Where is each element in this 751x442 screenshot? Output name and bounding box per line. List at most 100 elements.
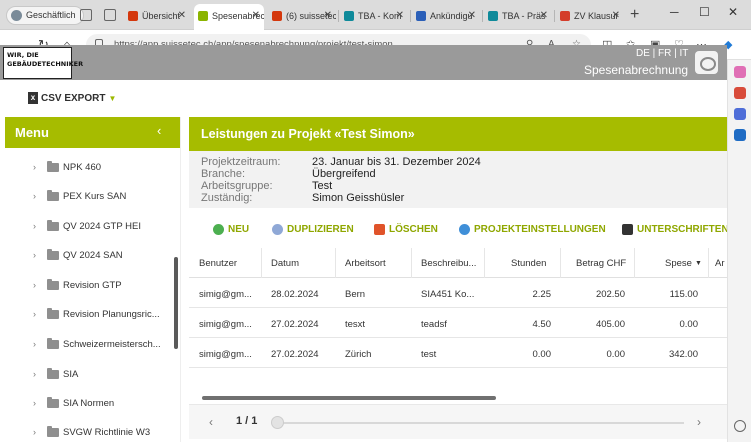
- logo[interactable]: WIR, DIE GEBÄUDETECHNIKER: [3, 47, 83, 79]
- folder-icon: [47, 338, 59, 349]
- info-value: Übergreifend: [312, 168, 376, 180]
- page-slider-track[interactable]: [274, 422, 684, 424]
- menu-item[interactable]: › SIA Normen: [5, 391, 173, 419]
- duplicate-icon: [272, 224, 283, 235]
- tab-suissetec[interactable]: (6) suissetec ✕: [268, 4, 336, 28]
- tab-tba-praes[interactable]: TBA - Präs ✕: [484, 4, 552, 28]
- minimize-icon[interactable]: ─: [670, 5, 679, 19]
- tab-uebersicht[interactable]: Übersicht ✕: [124, 4, 190, 28]
- info-value: Simon Geisshüsler: [312, 192, 405, 204]
- action-bar: NEU DUPLIZIEREN LÖSCHEN PROJEKTEINSTELLU…: [189, 217, 727, 245]
- info-value: Test: [312, 180, 333, 192]
- project-info: Projektzeitraum: 23. Januar bis 31. Dezem…: [189, 151, 727, 208]
- table-row[interactable]: simig@gm... 27.02.2024 tesxt teadsf 4.50…: [189, 309, 727, 338]
- menu-item[interactable]: › Revision GTP: [5, 273, 173, 301]
- prev-page-icon[interactable]: ‹: [209, 415, 213, 429]
- folder-icon: [47, 190, 59, 201]
- page-slider-handle[interactable]: [271, 416, 284, 429]
- sidebar-app-icon[interactable]: [734, 108, 746, 120]
- folder-icon: [47, 161, 59, 172]
- next-page-icon[interactable]: ›: [697, 415, 701, 429]
- close-icon[interactable]: ✕: [324, 4, 332, 28]
- chevron-right-icon: ›: [33, 309, 36, 319]
- tab-favicon-icon: [198, 11, 208, 21]
- signatures-button[interactable]: UNTERSCHRIFTEN: [622, 224, 727, 235]
- project-title: Leistungen zu Projekt «Test Simon»: [201, 127, 415, 141]
- menu-item[interactable]: › QV 2024 GTP HEI: [5, 214, 173, 242]
- column-header[interactable]: Datum: [271, 258, 299, 269]
- close-icon[interactable]: ✕: [468, 4, 476, 28]
- menu-item[interactable]: › Revision Planungsric...: [5, 302, 173, 330]
- folder-icon: [47, 279, 59, 290]
- sidebar-app-icon[interactable]: [734, 66, 746, 78]
- column-header[interactable]: Benutzer: [199, 258, 237, 269]
- chevron-right-icon: ›: [33, 250, 36, 260]
- pagination: ‹ 1 / 1 ›: [189, 404, 727, 439]
- tab-ankuendigung[interactable]: Ankündigu ✕: [412, 4, 480, 28]
- duplicate-button[interactable]: DUPLIZIEREN: [272, 224, 354, 235]
- chevron-right-icon: ›: [33, 339, 36, 349]
- tab-favicon-icon: [128, 11, 138, 21]
- collapse-menu-icon[interactable]: ‹: [157, 123, 161, 138]
- close-icon[interactable]: ✕: [396, 4, 404, 28]
- column-header[interactable]: Spese: [665, 258, 692, 269]
- settings-icon[interactable]: [734, 420, 746, 432]
- menu-item[interactable]: › SVGW Richtlinie W3: [5, 420, 173, 442]
- menu-item[interactable]: › SIA: [5, 362, 173, 390]
- folder-icon: [47, 249, 59, 260]
- profile-button[interactable]: Geschäftlich: [6, 6, 84, 25]
- column-header[interactable]: Ar: [715, 258, 725, 269]
- menu-item[interactable]: › PEX Kurs SAN: [5, 184, 173, 212]
- table-row[interactable]: simig@gm... 28.02.2024 Bern SIA451 Ko...…: [189, 279, 727, 308]
- close-window-icon[interactable]: ✕: [728, 5, 738, 19]
- tab-tba-kom[interactable]: TBA - Kom ✕: [340, 4, 408, 28]
- sort-down-icon[interactable]: ▼: [695, 260, 702, 267]
- csv-export-button[interactable]: x CSV EXPORT ▼: [28, 92, 116, 104]
- tab-favicon-icon: [272, 11, 282, 21]
- delete-button[interactable]: LÖSCHEN: [374, 224, 438, 235]
- project-header: Leistungen zu Projekt «Test Simon»: [189, 117, 727, 151]
- table-row[interactable]: simig@gm... 27.02.2024 Zürich test 0.00 …: [189, 339, 727, 368]
- browser-tab-bar: Geschäftlich Übersicht ✕ Spesenabrechnun…: [0, 0, 751, 31]
- profile-label: Geschäftlich: [26, 10, 76, 20]
- edge-sidebar: [727, 60, 751, 442]
- tab-actions-icon[interactable]: [104, 9, 116, 21]
- column-header[interactable]: Beschreibu...: [421, 258, 476, 269]
- avatar: [11, 10, 22, 21]
- side-menu: Menu ‹ › NPK 460 › PEX Kurs SAN › QV 2024 G…: [5, 117, 181, 442]
- close-icon[interactable]: ✕: [252, 4, 260, 28]
- chevron-right-icon: ›: [33, 369, 36, 379]
- workspaces-icon[interactable]: [80, 9, 92, 21]
- menu-item[interactable]: › Schweizermeistersch...: [5, 332, 173, 360]
- chevron-right-icon: ›: [33, 398, 36, 408]
- sidebar-app-icon[interactable]: [734, 87, 746, 99]
- tab-zv-klausur[interactable]: ZV Klausur ✕: [556, 4, 624, 28]
- column-header[interactable]: Arbeitsort: [345, 258, 386, 269]
- info-key: Arbeitsgruppe:: [201, 180, 273, 192]
- outlook-icon[interactable]: [734, 129, 746, 141]
- tab-favicon-icon: [488, 11, 498, 21]
- chevron-right-icon: ›: [33, 191, 36, 201]
- maximize-icon[interactable]: ☐: [699, 5, 710, 19]
- tab-spesenabrechnung[interactable]: Spesenabrechnung ✕: [194, 4, 264, 31]
- folder-icon: [47, 426, 59, 437]
- new-tab-icon[interactable]: +: [630, 6, 639, 24]
- close-icon[interactable]: ✕: [178, 4, 186, 28]
- app-area: WIR, DIE GEBÄUDETECHNIKER DE | FR | IT S…: [0, 45, 727, 442]
- menu-item[interactable]: › QV 2024 SAN: [5, 243, 173, 271]
- close-icon[interactable]: ✕: [612, 4, 620, 28]
- tab-favicon-icon: [344, 11, 354, 21]
- menu-item[interactable]: › NPK 460: [5, 155, 173, 183]
- app-icon[interactable]: [695, 51, 718, 74]
- info-value: 23. Januar bis 31. Dezember 2024: [312, 156, 481, 168]
- column-header[interactable]: Betrag CHF: [576, 258, 626, 269]
- menu-scrollbar[interactable]: [174, 257, 178, 349]
- info-key: Branche:: [201, 168, 246, 180]
- settings-icon: [459, 224, 470, 235]
- project-settings-button[interactable]: PROJEKTEINSTELLUNGEN: [459, 224, 606, 235]
- new-button[interactable]: NEU: [213, 224, 249, 235]
- language-switch[interactable]: DE | FR | IT: [636, 48, 688, 59]
- column-header[interactable]: Stunden: [511, 258, 546, 269]
- close-icon[interactable]: ✕: [540, 4, 548, 28]
- table-horizontal-scrollbar[interactable]: [202, 396, 496, 400]
